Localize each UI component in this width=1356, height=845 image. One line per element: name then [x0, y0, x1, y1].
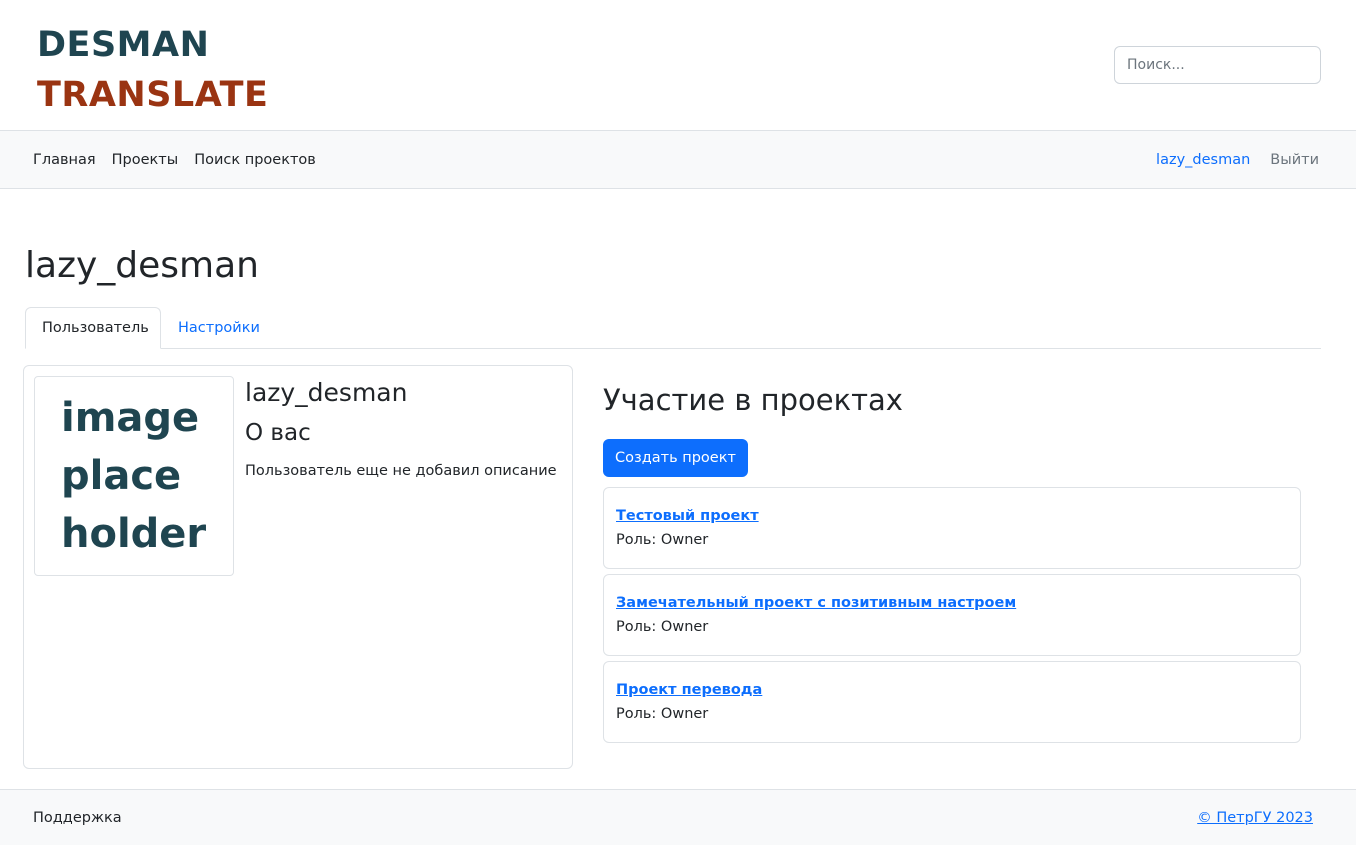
nav-item-project-search[interactable]: Поиск проектов [194, 152, 316, 168]
project-role: Роль: Owner [616, 706, 709, 722]
profile-tabs: Пользователь Настройки [25, 307, 1321, 349]
main-navbar: Главная Проекты Поиск проектов lazy_desm… [0, 131, 1356, 189]
nav-item-projects[interactable]: Проекты [112, 152, 179, 168]
page-title: lazy_desman [25, 245, 259, 286]
about-heading: О вас [245, 420, 311, 446]
project-card: Замечательный проект с позитивным настро… [603, 574, 1301, 656]
project-role: Роль: Owner [616, 619, 709, 635]
nav-user-area: lazy_desman Выйти [1156, 131, 1319, 189]
site-footer: Поддержка © ПетрГУ 2023 [0, 789, 1356, 845]
tab-settings[interactable]: Настройки [162, 307, 276, 349]
search-input[interactable] [1114, 46, 1321, 84]
logo-line-translate: TRANSLATE [37, 75, 269, 115]
avatar-placeholder-text: image [61, 395, 200, 441]
logout-link[interactable]: Выйти [1270, 152, 1319, 168]
create-project-button[interactable]: Создать проект [603, 439, 748, 477]
site-logo[interactable]: DESMAN TRANSLATE [37, 20, 268, 120]
project-link[interactable]: Проект перевода [616, 682, 762, 698]
avatar-placeholder-text: holder [61, 511, 207, 557]
tab-user[interactable]: Пользователь [25, 307, 161, 349]
profile-name: lazy_desman [245, 378, 408, 407]
logo-line-desman: DESMAN [37, 25, 210, 65]
project-link[interactable]: Тестовый проект [616, 508, 759, 524]
nav-item-home[interactable]: Главная [33, 152, 96, 168]
nav-links: Главная Проекты Поиск проектов [33, 131, 316, 189]
support-link[interactable]: Поддержка [33, 790, 122, 845]
copyright-link[interactable]: © ПетрГУ 2023 [1197, 790, 1313, 845]
project-card: Тестовый проект Роль: Owner [603, 487, 1301, 569]
nav-username-link[interactable]: lazy_desman [1156, 152, 1250, 168]
site-header: DESMAN TRANSLATE [0, 0, 1356, 131]
about-text: Пользователь еще не добавил описание [245, 463, 557, 479]
avatar-placeholder-text: place [61, 453, 182, 499]
project-card: Проект перевода Роль: Owner [603, 661, 1301, 743]
avatar: image place holder [34, 376, 234, 576]
projects-heading: Участие в проектах [603, 383, 903, 417]
project-link[interactable]: Замечательный проект с позитивным настро… [616, 595, 1016, 611]
profile-card: image place holder lazy_desman О вас Пол… [23, 365, 573, 769]
project-role: Роль: Owner [616, 532, 709, 548]
